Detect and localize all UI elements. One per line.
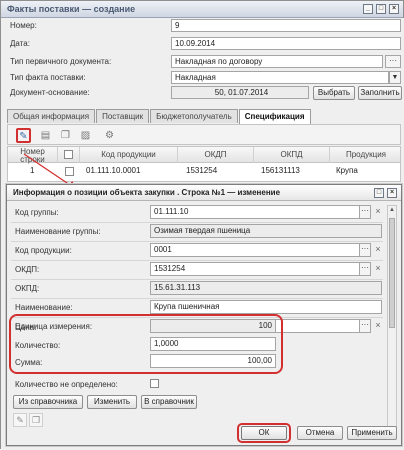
- edit-icon[interactable]: ✎: [13, 413, 27, 427]
- position-dialog: Информация о позиции объекта закупки . С…: [6, 184, 402, 446]
- scroll-up-icon[interactable]: ▲: [388, 206, 396, 215]
- group-code-field[interactable]: 01.111.10: [150, 205, 362, 219]
- apply-button[interactable]: Применить: [347, 426, 397, 440]
- clear-icon[interactable]: ×: [373, 205, 383, 219]
- quantity-field[interactable]: 1,0000: [150, 337, 276, 351]
- dialog-scrollbar[interactable]: ▲ ▼: [387, 205, 397, 437]
- price-label: Цена:: [15, 323, 37, 332]
- dialog-titlebar: Информация о позиции объекта закупки . С…: [7, 185, 401, 201]
- name-field[interactable]: Крупа пшеничная: [150, 300, 382, 314]
- okdp-select-button[interactable]: ···: [359, 262, 371, 276]
- group-code-select-button[interactable]: ···: [359, 205, 371, 219]
- change-button[interactable]: Изменить: [87, 395, 137, 409]
- from-reference-button[interactable]: Из справочника: [13, 395, 83, 409]
- product-code-field[interactable]: 0001: [150, 243, 362, 257]
- okpd-label: ОКПД:: [15, 284, 40, 293]
- group-name-field: Озимая твердая пшеница: [150, 224, 382, 238]
- name-label: Наименование:: [15, 303, 73, 312]
- dialog-title: Информация о позиции объекта закупки . С…: [13, 188, 281, 197]
- unit-select-button[interactable]: ···: [359, 319, 371, 333]
- group-code-label: Код группы:: [15, 208, 59, 217]
- divider: [11, 279, 383, 280]
- clear-icon[interactable]: ×: [373, 262, 383, 276]
- copy-icon[interactable]: ❐: [29, 413, 43, 427]
- clear-icon[interactable]: ×: [373, 319, 383, 333]
- divider: [11, 241, 383, 242]
- okdp-label: ОКДП:: [15, 265, 40, 274]
- cancel-button[interactable]: Отмена: [297, 426, 343, 440]
- sum-label: Сумма:: [15, 358, 43, 367]
- okdp-field[interactable]: 1531254: [150, 262, 362, 276]
- divider: [11, 222, 383, 223]
- to-reference-button[interactable]: В справочник: [141, 395, 197, 409]
- sum-field[interactable]: 100,00: [150, 354, 276, 368]
- group-name-label: Наименование группы:: [15, 227, 101, 236]
- quantity-label: Количество:: [15, 341, 61, 350]
- ok-button[interactable]: ОК: [241, 426, 287, 440]
- divider: [11, 298, 383, 299]
- divider: [11, 260, 383, 261]
- price-field: 100: [150, 319, 276, 333]
- clear-icon[interactable]: ×: [373, 243, 383, 257]
- product-code-label: Код продукции:: [15, 246, 72, 255]
- scroll-thumb[interactable]: [389, 218, 395, 328]
- maximize-icon[interactable]: □: [374, 188, 384, 198]
- close-icon[interactable]: ×: [387, 188, 397, 198]
- product-code-select-button[interactable]: ···: [359, 243, 371, 257]
- okpd-field: 15.61.31.113: [150, 281, 382, 295]
- qty-undefined-label: Количество не определено:: [15, 380, 118, 389]
- qty-undefined-checkbox[interactable]: [150, 379, 159, 388]
